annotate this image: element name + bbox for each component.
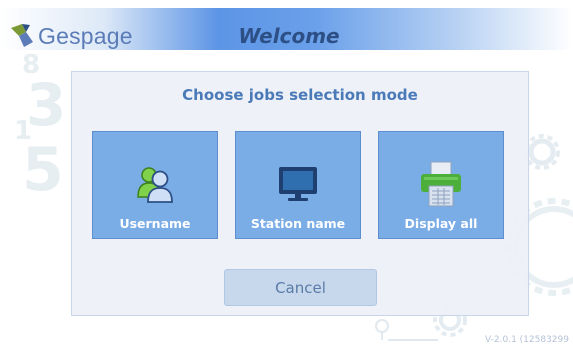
- username-mode-button[interactable]: Username: [92, 131, 218, 239]
- display-all-mode-button[interactable]: Display all: [378, 131, 504, 239]
- users-icon: [93, 162, 217, 206]
- station-name-mode-button[interactable]: Station name: [235, 131, 361, 239]
- monitor-icon: [236, 162, 360, 206]
- version-label: V-2.0.1 (12583299: [485, 335, 569, 345]
- header-bar: Gespage Welcome: [0, 8, 573, 50]
- background-key-icon: [375, 319, 438, 341]
- dialog-title: Choose jobs selection mode: [182, 86, 418, 104]
- username-button-label: Username: [119, 216, 191, 231]
- printer-icon: [379, 161, 503, 207]
- background-digit-5: 5: [22, 135, 64, 205]
- station-name-button-label: Station name: [250, 216, 346, 231]
- cancel-button[interactable]: Cancel: [224, 269, 377, 306]
- jobs-selection-dialog: Choose jobs selection mode Username Stat…: [71, 71, 529, 316]
- page-title: Welcome: [238, 24, 340, 48]
- display-all-button-label: Display all: [404, 216, 478, 231]
